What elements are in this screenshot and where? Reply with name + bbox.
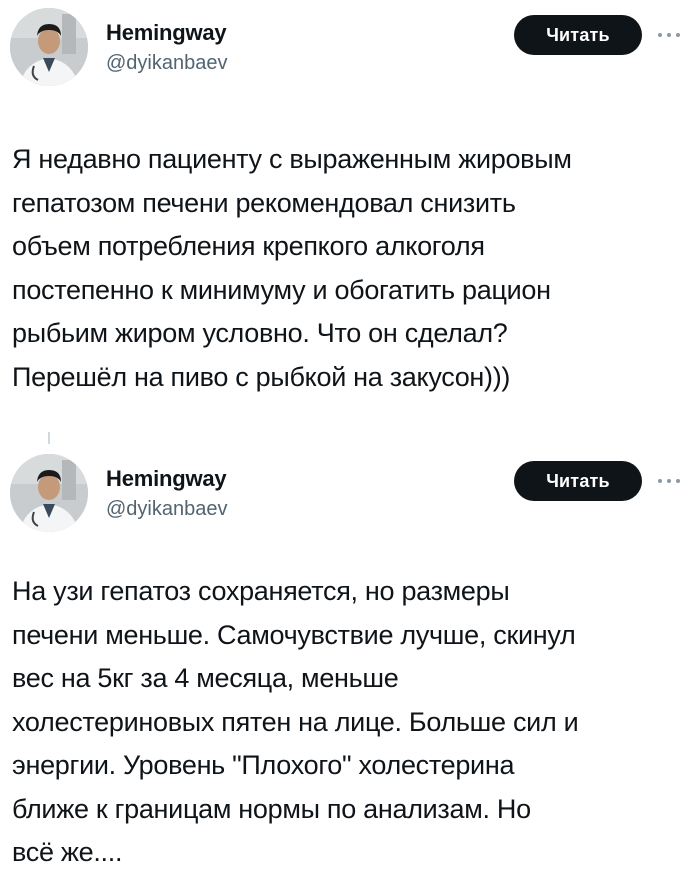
ellipsis-icon[interactable] <box>652 471 686 491</box>
author-handle[interactable]: @dyikanbaev <box>106 52 227 75</box>
author-avatar[interactable] <box>10 8 88 86</box>
tweet-text: Я недавно пациенту с выраженным жировым … <box>12 144 572 392</box>
author-name[interactable]: Hemingway <box>106 466 227 492</box>
author-handle[interactable]: @dyikanbaev <box>106 498 227 521</box>
author-name[interactable]: Hemingway <box>106 20 227 46</box>
doctor-avatar-image <box>10 454 88 532</box>
tweet: Hemingway @dyikanbaev Читать Я недавно п… <box>0 0 700 430</box>
dot <box>667 479 671 483</box>
doctor-avatar-image <box>10 8 88 86</box>
tweet: Hemingway @dyikanbaev Читать На узи гепа… <box>0 430 700 878</box>
dot <box>676 33 680 37</box>
dot <box>676 479 680 483</box>
dot <box>658 33 662 37</box>
tweet-text: На узи гепатоз сохраняется, но размеры п… <box>12 576 579 867</box>
follow-button[interactable]: Читать <box>514 461 642 501</box>
ellipsis-icon[interactable] <box>652 25 686 45</box>
dot <box>667 33 671 37</box>
follow-button[interactable]: Читать <box>514 15 642 55</box>
author-avatar[interactable] <box>10 454 88 532</box>
dot <box>658 479 662 483</box>
